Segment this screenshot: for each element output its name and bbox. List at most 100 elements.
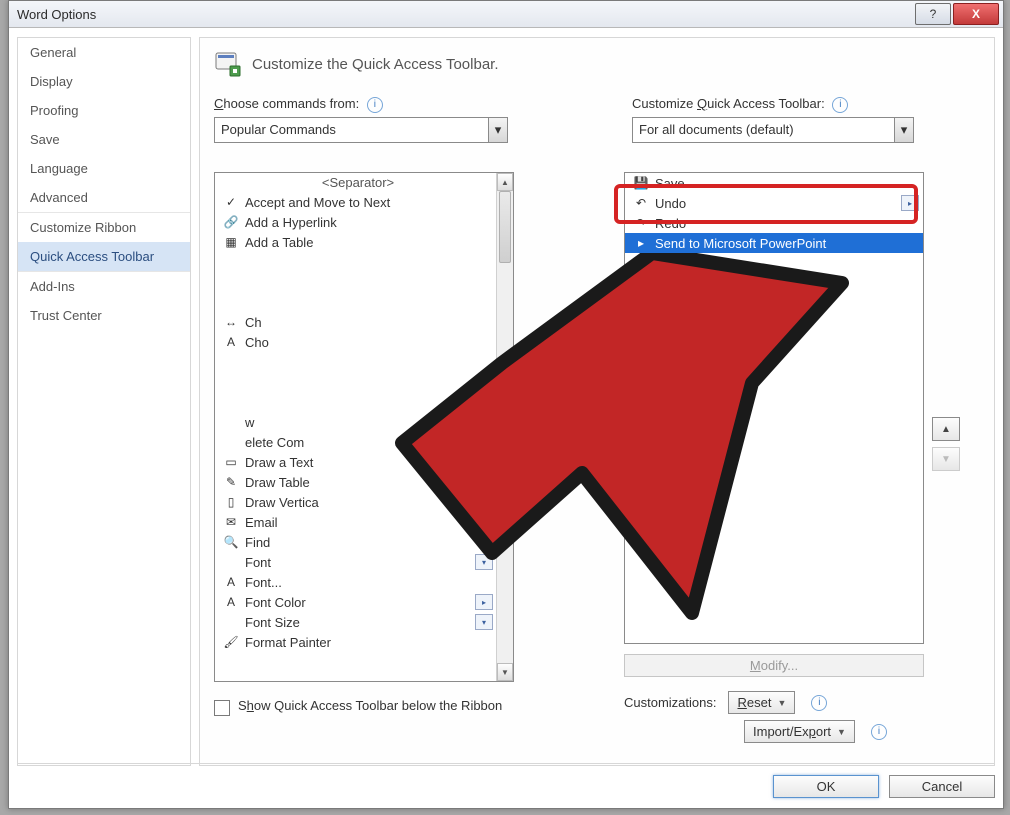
customizations-row: Customizations: Reset▼ i: [624, 691, 924, 714]
command-item[interactable]: ✉Email: [215, 512, 497, 532]
sidebar-item-general[interactable]: General: [18, 38, 190, 67]
info-icon[interactable]: i: [832, 97, 848, 113]
command-item[interactable]: ↔Ch: [215, 312, 497, 332]
command-label: Add a Table: [245, 235, 313, 250]
sidebar-item-proofing[interactable]: Proofing: [18, 96, 190, 125]
reset-dropdown[interactable]: Reset▼: [728, 691, 795, 714]
modify-button[interactable]: Modify...: [624, 654, 924, 677]
command-icon: [223, 394, 239, 410]
dropdown-arrow-icon: ▾: [488, 118, 507, 142]
command-item[interactable]: ▯Draw Vertica: [215, 492, 497, 512]
command-icon: ✎: [223, 474, 239, 490]
remove-button[interactable]: << Remove: [520, 448, 618, 471]
choose-commands-label: Choose commands from: i: [214, 96, 508, 113]
command-item[interactable]: [215, 272, 497, 292]
dialog-body: General Display Proofing Save Language A…: [17, 37, 995, 766]
command-icon: [223, 614, 239, 630]
info-icon[interactable]: i: [367, 97, 383, 113]
sidebar-item-advanced[interactable]: Advanced: [18, 183, 190, 212]
ok-button[interactable]: OK: [773, 775, 879, 798]
toolbar-item-label: Save: [655, 176, 685, 191]
command-item[interactable]: ▦Add a Table: [215, 232, 497, 252]
move-down-button[interactable]: ▼: [932, 447, 960, 471]
command-item[interactable]: ✓ Accept and Move to Next: [215, 192, 497, 212]
info-icon[interactable]: i: [871, 724, 887, 740]
move-up-button[interactable]: ▲: [932, 417, 960, 441]
current-toolbar-list[interactable]: 💾 Save ↶Undo▸ ↷ Redo ▸Send to Microsoft Power…: [624, 172, 924, 644]
command-icon: ↔: [223, 314, 239, 330]
command-item[interactable]: [215, 252, 497, 272]
transfer-buttons: Add >> << Remove: [514, 172, 624, 471]
sidebar-item-quick-access-toolbar[interactable]: Quick Access Toolbar: [18, 242, 190, 271]
command-icon: 🔗: [223, 214, 239, 230]
close-button[interactable]: X: [953, 3, 999, 25]
command-icon: ✉: [223, 514, 239, 530]
command-item[interactable]: <Separator>: [215, 173, 497, 192]
command-item[interactable]: Font▾: [215, 552, 497, 572]
show-qat-below-ribbon-checkbox[interactable]: Show Quick Access Toolbar below the Ribb…: [214, 698, 514, 716]
sidebar-item-add-ins[interactable]: Add-Ins: [18, 271, 190, 301]
sidebar-item-save[interactable]: Save: [18, 125, 190, 154]
scrollbar[interactable]: ▲ ▼: [496, 173, 513, 681]
window-title: Word Options: [17, 7, 913, 22]
add-button[interactable]: Add >>: [520, 417, 618, 440]
customizations-label: Customizations:: [624, 695, 716, 710]
choose-commands-dropdown[interactable]: Popular Commands ▾: [214, 117, 508, 143]
command-icon: [223, 294, 239, 310]
toolbar-item[interactable]: ▸Send to Microsoft PowerPoint: [625, 233, 923, 253]
toolbar-item-label: Redo: [655, 216, 686, 231]
info-icon[interactable]: i: [811, 695, 827, 711]
command-item[interactable]: ✎Draw Table: [215, 472, 497, 492]
sidebar-item-language[interactable]: Language: [18, 154, 190, 183]
command-item[interactable]: ACho: [215, 332, 497, 352]
command-label: Accept and Move to Next: [245, 195, 390, 210]
scroll-up-icon[interactable]: ▲: [497, 173, 513, 191]
command-icon: ✓: [223, 194, 239, 210]
command-item[interactable]: [215, 392, 497, 412]
command-item[interactable]: Font Size▾: [215, 612, 497, 632]
command-icon: [223, 354, 239, 370]
command-label: Add a Hyperlink: [245, 215, 337, 230]
command-label: Font Color: [245, 595, 306, 610]
options-category-list: General Display Proofing Save Language A…: [17, 37, 191, 766]
import-export-dropdown[interactable]: Import/Export▼: [744, 720, 855, 743]
command-icon: ▯: [223, 494, 239, 510]
command-label: Font...: [245, 575, 282, 590]
command-label: <Separator>: [322, 175, 394, 190]
toolbar-item-icon: ↷: [633, 215, 649, 231]
command-item[interactable]: 🔍Find: [215, 532, 497, 552]
toolbar-item[interactable]: ↷ Redo: [625, 213, 923, 233]
scroll-down-icon[interactable]: ▼: [497, 663, 513, 681]
toolbar-item[interactable]: ↶Undo▸: [625, 193, 923, 213]
sidebar-item-display[interactable]: Display: [18, 67, 190, 96]
toolbar-item[interactable]: 💾 Save: [625, 173, 923, 193]
command-item[interactable]: 🖌Format Painter: [215, 632, 497, 652]
close-icon: X: [972, 7, 980, 21]
command-item[interactable]: 🔗 Add a Hyperlink: [215, 212, 497, 232]
mini-dropdown-icon: ▸: [475, 594, 493, 610]
command-item[interactable]: AFont...: [215, 572, 497, 592]
command-item[interactable]: ▭ Draw a Text: [215, 452, 497, 472]
command-icon: [223, 254, 239, 270]
command-label: Draw a Text: [245, 455, 313, 470]
command-item[interactable]: [215, 352, 497, 372]
command-item[interactable]: w: [215, 412, 497, 432]
cancel-button[interactable]: Cancel: [889, 775, 995, 798]
qat-icon: [214, 50, 242, 78]
help-button[interactable]: ?: [915, 3, 951, 25]
toolbar-item-icon: 💾: [633, 175, 649, 191]
dialog-button-bar: OK Cancel: [17, 763, 995, 802]
sidebar-item-trust-center[interactable]: Trust Center: [18, 301, 190, 330]
command-item[interactable]: A Font Color ▸: [215, 592, 497, 612]
command-icon: ▭: [223, 454, 239, 470]
command-icon: A: [223, 594, 239, 610]
command-item[interactable]: [215, 372, 497, 392]
command-item[interactable]: [215, 292, 497, 312]
sidebar-item-customize-ribbon[interactable]: Customize Ribbon: [18, 212, 190, 242]
command-label: w: [245, 415, 254, 430]
command-item[interactable]: elete Com: [215, 432, 497, 452]
customize-for-dropdown[interactable]: For all documents (default) ▾: [632, 117, 914, 143]
scroll-thumb[interactable]: [499, 191, 511, 263]
available-commands-list[interactable]: <Separator> ✓ Accept and Move to Next 🔗 Add …: [214, 172, 514, 682]
command-label: Font: [245, 555, 271, 570]
